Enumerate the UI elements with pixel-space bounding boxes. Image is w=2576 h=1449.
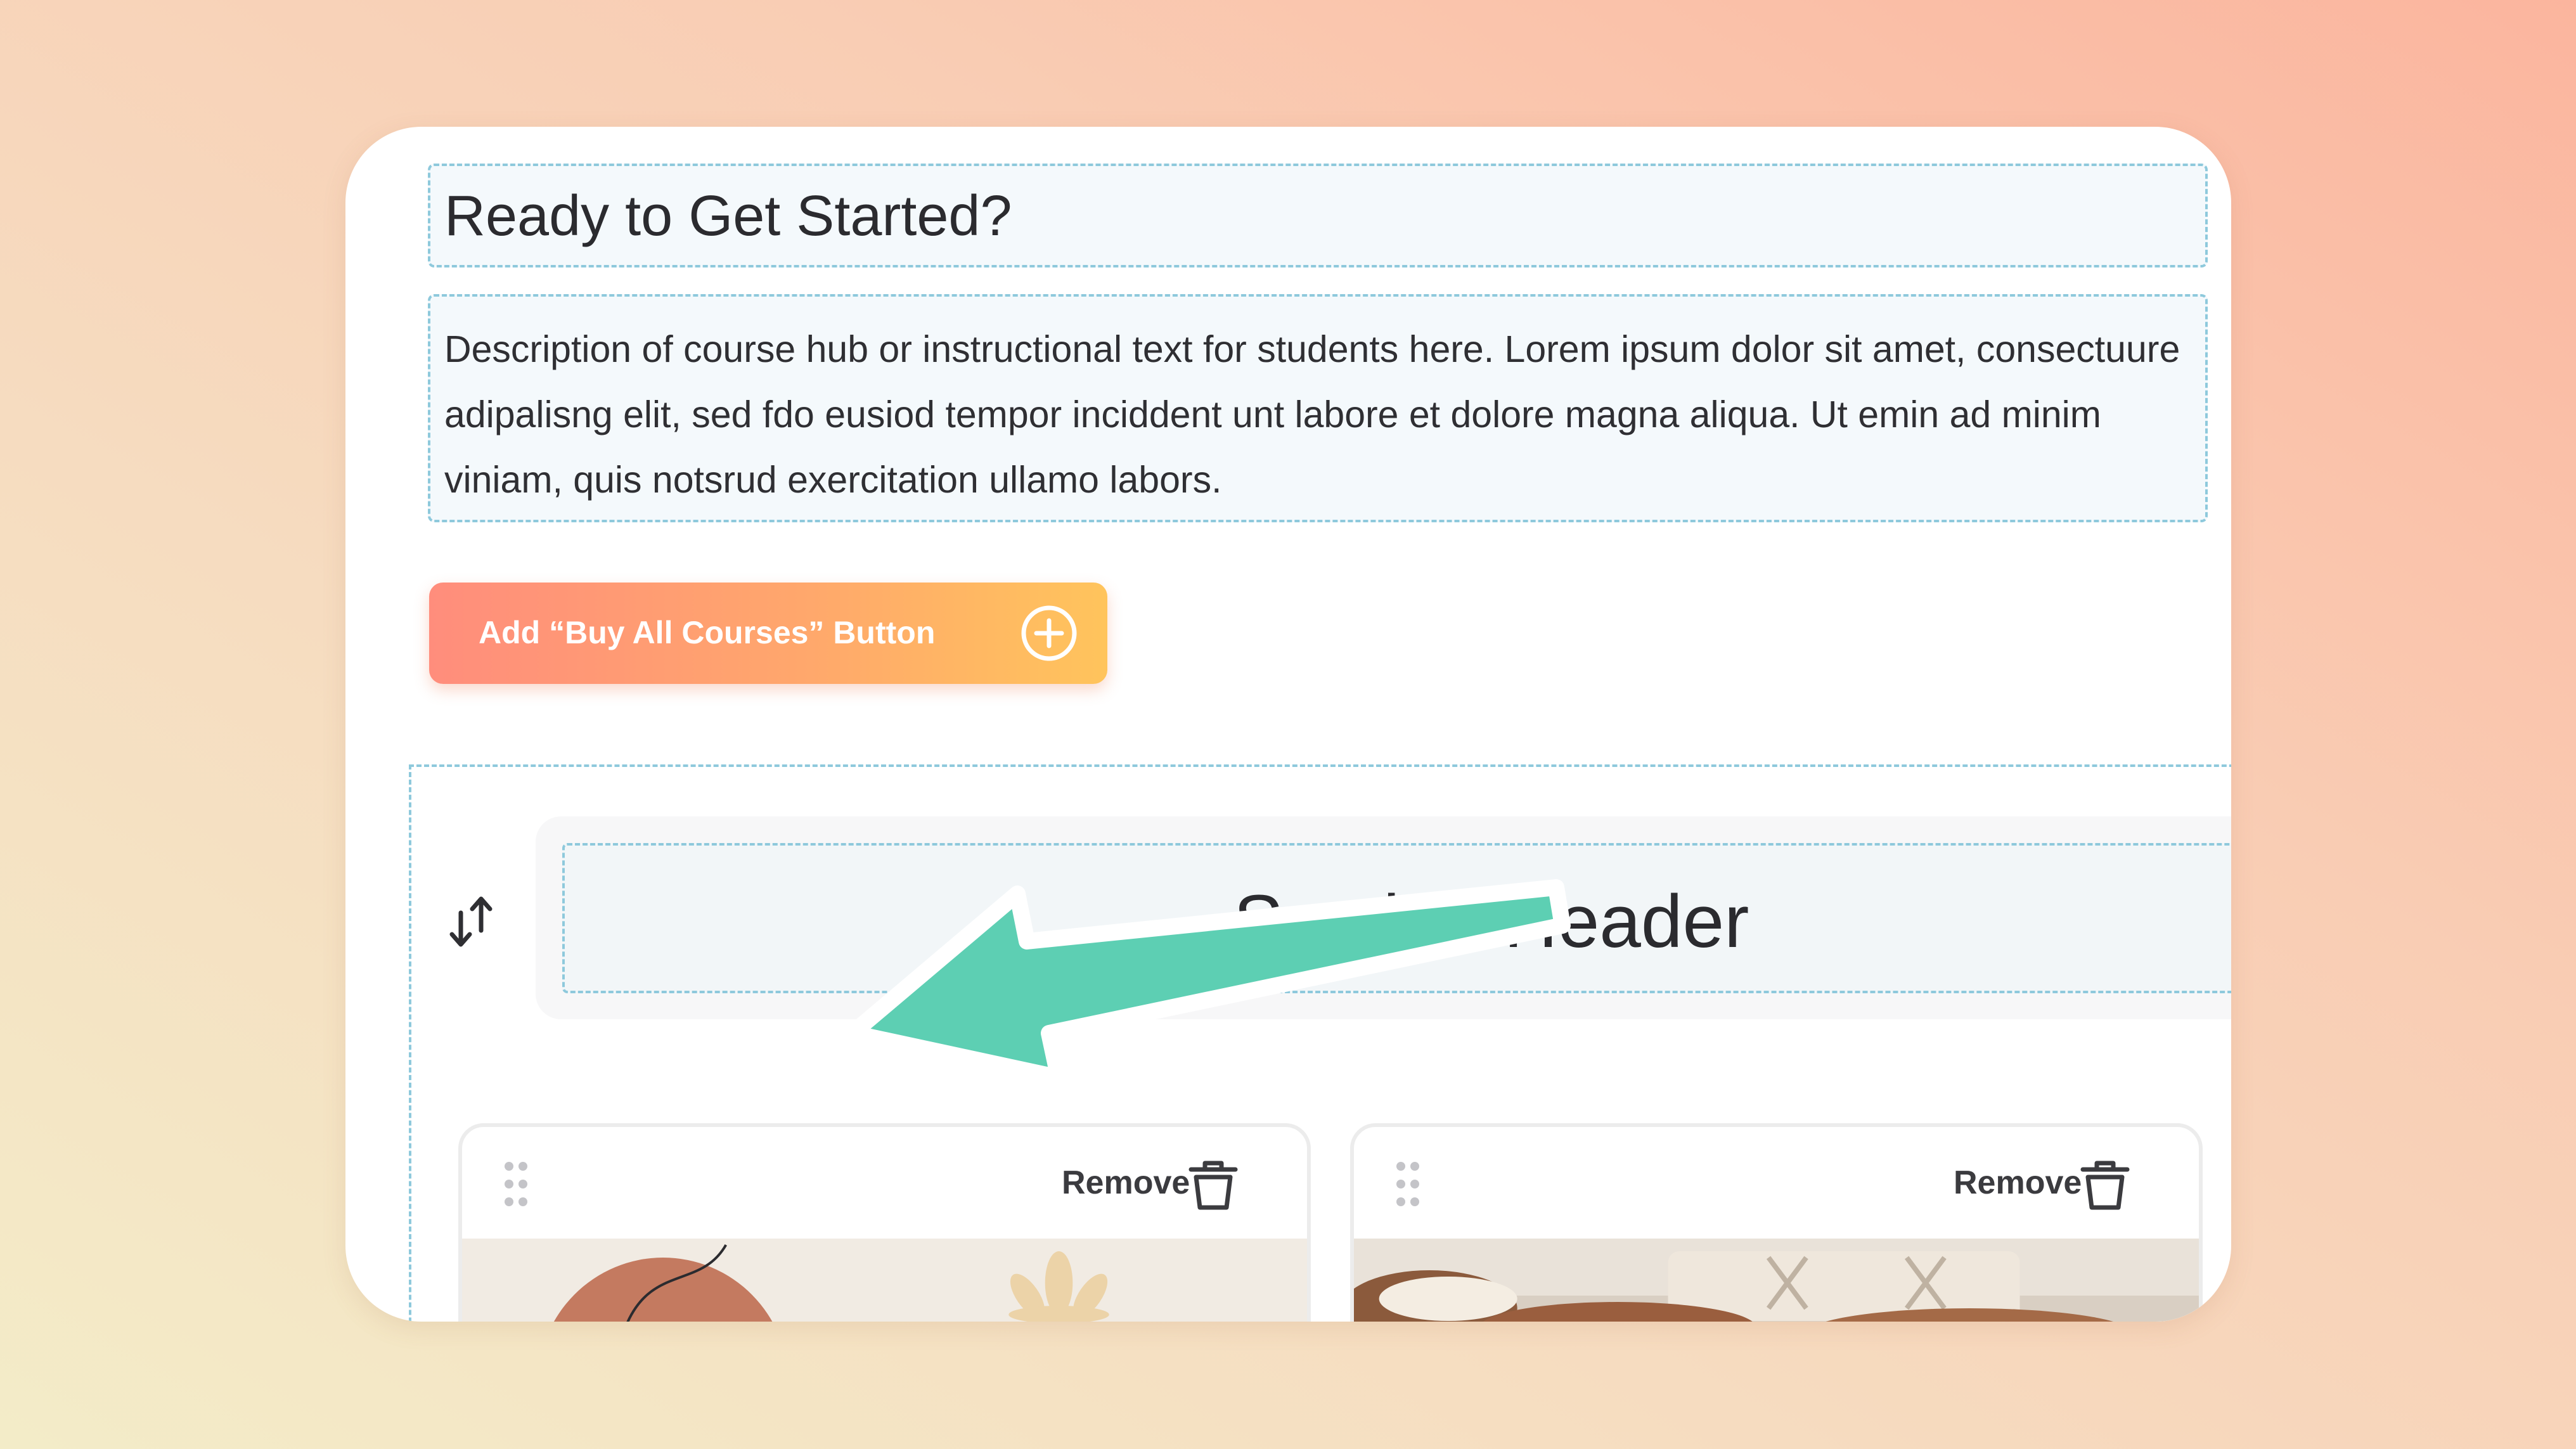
editor-card: Ready to Get Started? Description of cou… — [345, 127, 2231, 1322]
trash-icon[interactable] — [1185, 1156, 1242, 1213]
plus-circle-icon — [1021, 605, 1077, 661]
remove-button[interactable]: Remove — [1062, 1164, 1190, 1202]
annotation-arrow — [844, 879, 1571, 1086]
drag-handle-icon[interactable] — [1392, 1159, 1424, 1209]
reorder-arrows-icon[interactable] — [446, 894, 496, 951]
remove-button[interactable]: Remove — [1954, 1164, 2082, 1202]
heading-block[interactable]: Ready to Get Started? — [428, 164, 2208, 267]
description-text[interactable]: Description of course hub or instruction… — [444, 317, 2200, 513]
description-block[interactable]: Description of course hub or instruction… — [428, 294, 2208, 522]
course-card[interactable]: Remove — [458, 1123, 1311, 1322]
course-card[interactable]: Remove — [1350, 1123, 2203, 1322]
drag-handle-icon[interactable] — [500, 1159, 532, 1209]
course-thumbnail — [462, 1239, 1307, 1322]
page-heading[interactable]: Ready to Get Started? — [444, 184, 1012, 249]
add-buy-all-courses-button[interactable]: Add “Buy All Courses” Button — [429, 583, 1107, 684]
trash-icon[interactable] — [2077, 1156, 2134, 1213]
course-thumbnail — [1354, 1239, 2199, 1322]
add-buy-all-courses-label: Add “Buy All Courses” Button — [479, 615, 936, 650]
